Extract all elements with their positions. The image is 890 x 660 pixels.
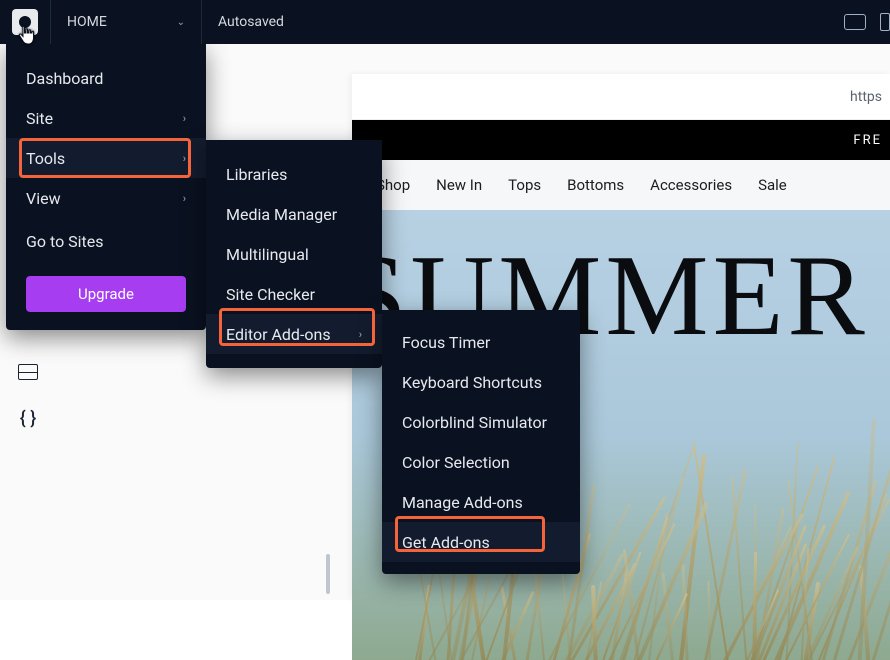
tools-submenu: Libraries Media Manager Multilingual Sit…	[206, 140, 382, 368]
code-icon[interactable]: { }	[20, 408, 36, 429]
menu-item-tools[interactable]: Tools ›	[6, 138, 206, 178]
menu-item-label: Libraries	[226, 165, 287, 184]
submenu-item-media-manager[interactable]: Media Manager	[206, 194, 382, 234]
preview-url-bar: https	[352, 74, 890, 120]
chevron-right-icon: ›	[183, 112, 186, 125]
app-logo-button[interactable]	[0, 0, 50, 44]
menu-item-label: Keyboard Shortcuts	[402, 373, 542, 392]
menu-item-label: Editor Add-ons	[226, 325, 331, 344]
menu-item-label: Site	[26, 109, 53, 128]
menu-item-label: Multilingual	[226, 245, 309, 264]
page-selector-dropdown[interactable]: HOME ⌄	[51, 0, 201, 44]
site-nav: Shop New In Tops Bottoms Accessories Sal…	[352, 160, 890, 210]
chevron-right-icon: ›	[183, 192, 186, 205]
mobile-view-icon[interactable]	[880, 13, 890, 31]
page-selector-label: HOME	[67, 14, 107, 30]
menu-item-label: Manage Add-ons	[402, 493, 523, 512]
menu-item-view[interactable]: View ›	[6, 178, 206, 218]
nav-item[interactable]: Bottoms	[567, 176, 624, 194]
menu-item-dashboard[interactable]: Dashboard	[6, 58, 206, 98]
submenu-item-multilingual[interactable]: Multilingual	[206, 234, 382, 274]
addon-item-manage-addons[interactable]: Manage Add-ons	[382, 482, 580, 522]
submenu-item-site-checker[interactable]: Site Checker	[206, 274, 382, 314]
desktop-view-icon[interactable]	[844, 14, 866, 30]
chevron-down-icon: ⌄	[177, 17, 185, 28]
addon-item-keyboard-shortcuts[interactable]: Keyboard Shortcuts	[382, 362, 580, 402]
upgrade-label: Upgrade	[78, 285, 134, 303]
addon-item-get-addons[interactable]: Get Add-ons	[382, 522, 580, 562]
menu-item-label: Media Manager	[226, 205, 337, 224]
topbar: HOME ⌄ Autosaved	[0, 0, 890, 44]
nav-item[interactable]: Sale	[758, 176, 787, 194]
editor-addons-submenu: Focus Timer Keyboard Shortcuts Colorblin…	[382, 310, 580, 574]
menu-item-site[interactable]: Site ›	[6, 98, 206, 138]
menu-item-label: Get Add-ons	[402, 533, 490, 552]
addon-item-focus-timer[interactable]: Focus Timer	[382, 322, 580, 362]
menu-item-label: Colorblind Simulator	[402, 413, 547, 432]
layers-icon[interactable]	[18, 364, 38, 380]
nav-item[interactable]: New In	[436, 176, 482, 194]
menu-item-label: Dashboard	[26, 69, 103, 88]
preview-url-text: https	[850, 89, 882, 105]
nav-item[interactable]: Tops	[508, 176, 541, 194]
menu-item-label: Tools	[26, 149, 65, 168]
chevron-right-icon: ›	[359, 328, 362, 341]
menu-item-label: Go to Sites	[26, 232, 104, 251]
menu-item-label: Site Checker	[226, 285, 315, 304]
menu-item-label: View	[26, 189, 61, 208]
upgrade-button[interactable]: Upgrade	[26, 276, 186, 312]
banner-text: FRE	[853, 133, 882, 148]
addon-item-color-selection[interactable]: Color Selection	[382, 442, 580, 482]
chevron-right-icon: ›	[183, 152, 186, 165]
submenu-item-libraries[interactable]: Libraries	[206, 154, 382, 194]
autosave-status: Autosaved	[202, 14, 300, 30]
submenu-item-editor-addons[interactable]: Editor Add-ons ›	[206, 314, 382, 354]
menu-item-label: Focus Timer	[402, 333, 490, 352]
site-promo-banner: FRE	[352, 120, 890, 160]
left-tool-rail: { }	[12, 364, 44, 429]
main-menu: Dashboard Site › Tools › View › Go to Si…	[6, 44, 206, 330]
scroll-indicator	[326, 554, 330, 594]
menu-item-label: Color Selection	[402, 453, 510, 472]
menu-item-go-to-sites[interactable]: Go to Sites	[6, 218, 206, 258]
addon-item-colorblind-simulator[interactable]: Colorblind Simulator	[382, 402, 580, 442]
nav-item[interactable]: Accessories	[650, 176, 732, 194]
